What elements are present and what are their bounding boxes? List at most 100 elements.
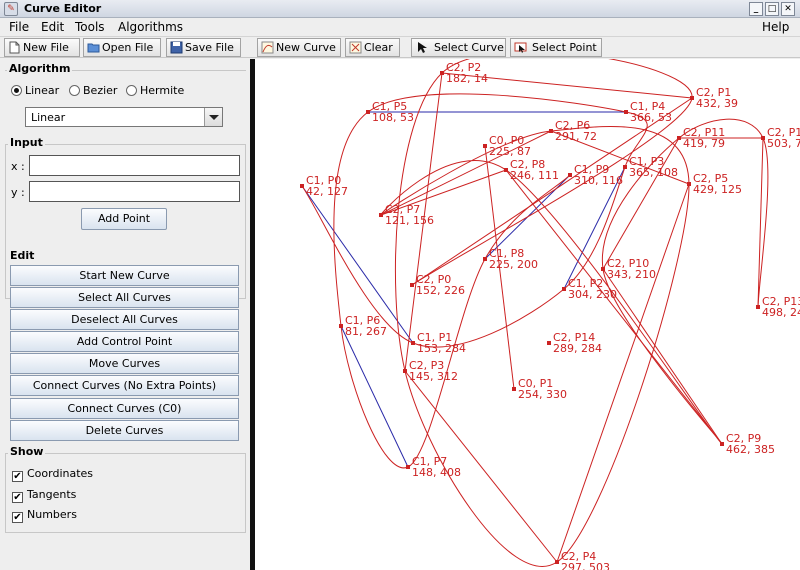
control-point[interactable] xyxy=(547,341,551,345)
point-coordinates: 365, 108 xyxy=(629,166,678,179)
control-point[interactable] xyxy=(623,165,627,169)
drawing-canvas[interactable]: C0, P0 225, 87 C0, P1 254, 330 C1, P0 42, 127… xyxy=(255,59,800,570)
control-point[interactable] xyxy=(624,110,628,114)
window-title: Curve Editor xyxy=(24,2,102,15)
clear-button[interactable]: Clear xyxy=(345,38,400,57)
checkbox-coordinates[interactable]: ✔ Coordinates xyxy=(12,467,93,482)
delete-curves-button[interactable]: Delete Curves xyxy=(10,420,239,441)
point-coordinates: 121, 156 xyxy=(385,214,434,227)
select-point-label: Select Point xyxy=(532,41,597,54)
menu-help[interactable]: Help xyxy=(762,20,789,34)
point-coordinates: 498, 248 xyxy=(762,306,800,319)
control-point[interactable] xyxy=(690,96,694,100)
control-point[interactable] xyxy=(339,324,343,328)
arrow-cursor-icon xyxy=(418,42,427,53)
maximize-icon[interactable]: □ xyxy=(765,2,779,16)
tangent-line-c1 xyxy=(340,325,409,468)
checkbox-coordinates-label: Coordinates xyxy=(27,467,94,480)
control-point[interactable] xyxy=(568,173,572,177)
control-point[interactable] xyxy=(406,465,410,469)
control-point[interactable] xyxy=(677,136,681,140)
point-coordinates: 366, 53 xyxy=(630,111,672,124)
add-control-point-button[interactable]: Add Control Point xyxy=(10,331,239,352)
chevron-down-icon[interactable] xyxy=(204,108,222,126)
move-curves-button[interactable]: Move Curves xyxy=(10,353,239,374)
curve-c2-polygon-segment xyxy=(505,169,723,445)
checkbox-tangents-label: Tangents xyxy=(27,488,77,501)
point-coordinates: 297, 503 xyxy=(561,561,610,570)
control-point[interactable] xyxy=(756,305,760,309)
control-point[interactable] xyxy=(440,71,444,75)
control-point[interactable] xyxy=(601,267,605,271)
control-point[interactable] xyxy=(720,442,724,446)
menu-tools[interactable]: Tools xyxy=(75,20,105,34)
x-input[interactable] xyxy=(29,155,240,176)
curve-c2-polygon-segment xyxy=(602,268,723,445)
x-label: x : xyxy=(11,160,25,173)
control-point[interactable] xyxy=(483,144,487,148)
curve-canvas-svg[interactable]: C0, P0225, 87C0, P1254, 330C1, P042, 127… xyxy=(255,59,800,570)
radio-linear-label: Linear xyxy=(25,84,60,97)
clear-icon xyxy=(349,41,362,54)
control-point[interactable] xyxy=(512,387,516,391)
new-curve-icon xyxy=(261,41,274,54)
radio-linear-indicator xyxy=(11,85,22,96)
point-coordinates: 246, 111 xyxy=(510,169,559,182)
new-file-label: New File xyxy=(23,41,69,54)
control-point[interactable] xyxy=(403,369,407,373)
control-point[interactable] xyxy=(300,184,304,188)
radio-hermite-label: Hermite xyxy=(140,84,185,97)
save-file-button[interactable]: Save File xyxy=(166,38,241,57)
control-point[interactable] xyxy=(366,110,370,114)
point-coordinates: 462, 385 xyxy=(726,443,775,456)
start-new-curve-button[interactable]: Start New Curve xyxy=(10,265,239,286)
radio-bezier-indicator xyxy=(69,85,80,96)
new-file-button[interactable]: New File xyxy=(4,38,80,57)
control-point[interactable] xyxy=(555,560,559,564)
connect-curves-no-extra-button[interactable]: Connect Curves (No Extra Points) xyxy=(10,375,239,396)
checkbox-tangents[interactable]: ✔ Tangents xyxy=(12,488,76,503)
y-input[interactable] xyxy=(29,181,240,202)
open-file-label: Open File xyxy=(102,41,154,54)
point-coordinates: 108, 53 xyxy=(372,111,414,124)
control-point[interactable] xyxy=(562,287,566,291)
radio-hermite[interactable]: Hermite xyxy=(126,84,184,97)
menu-algorithms[interactable]: Algorithms xyxy=(118,20,183,34)
checkbox-coordinates-box: ✔ xyxy=(12,471,23,482)
select-point-button[interactable]: Select Point xyxy=(510,38,602,57)
radio-hermite-indicator xyxy=(126,85,137,96)
point-coordinates: 225, 200 xyxy=(489,258,538,271)
curve-c2-polygon-segment xyxy=(556,183,690,563)
control-point[interactable] xyxy=(410,283,414,287)
close-icon[interactable]: ✕ xyxy=(781,2,795,16)
radio-bezier-label: Bezier xyxy=(83,84,118,97)
menu-file[interactable]: File xyxy=(9,20,29,34)
open-folder-icon xyxy=(87,43,100,53)
checkbox-numbers[interactable]: ✔ Numbers xyxy=(12,508,77,523)
select-all-curves-button[interactable]: Select All Curves xyxy=(10,287,239,308)
point-coordinates: 182, 14 xyxy=(446,72,488,85)
control-point[interactable] xyxy=(411,341,415,345)
menu-edit[interactable]: Edit xyxy=(41,20,64,34)
input-title: Input xyxy=(8,136,45,149)
minimize-icon[interactable]: _ xyxy=(749,2,763,16)
select-curve-button[interactable]: Select Curve xyxy=(411,38,506,57)
control-point[interactable] xyxy=(549,129,553,133)
control-point[interactable] xyxy=(761,136,765,140)
algorithm-dropdown[interactable]: Linear xyxy=(25,107,223,127)
radio-bezier[interactable]: Bezier xyxy=(69,84,117,97)
control-point[interactable] xyxy=(483,257,487,261)
new-curve-label: New Curve xyxy=(276,41,336,54)
open-file-button[interactable]: Open File xyxy=(83,38,161,57)
control-point[interactable] xyxy=(687,182,691,186)
new-curve-button[interactable]: New Curve xyxy=(257,38,341,57)
control-point[interactable] xyxy=(379,213,383,217)
point-coordinates: 254, 330 xyxy=(518,388,567,401)
app-icon: ✎ xyxy=(4,2,18,16)
control-point[interactable] xyxy=(504,168,508,172)
radio-linear[interactable]: Linear xyxy=(11,84,59,97)
deselect-all-curves-button[interactable]: Deselect All Curves xyxy=(10,309,239,330)
connect-curves-c0-button[interactable]: Connect Curves (C0) xyxy=(10,398,239,419)
show-group: Show ✔ Coordinates ✔ Tangents ✔ Numbers xyxy=(5,445,246,533)
add-point-button[interactable]: Add Point xyxy=(81,208,167,230)
